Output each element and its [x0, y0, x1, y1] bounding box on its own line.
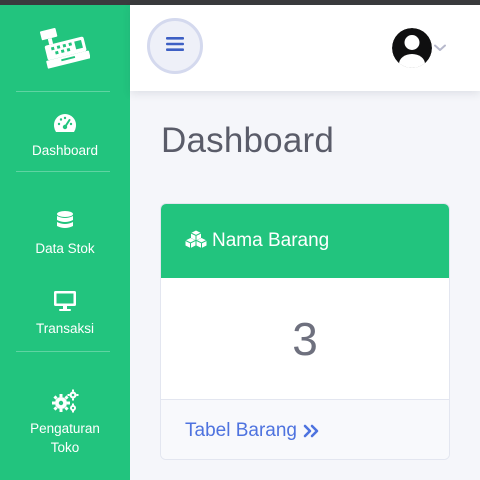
sidebar-item-label: Data Stok: [35, 241, 95, 256]
sidebar-divider: [16, 91, 110, 92]
cogs-icon: [51, 389, 79, 413]
card-count-value: 3: [292, 312, 318, 365]
sidebar-item-label: Transaksi: [35, 321, 94, 336]
sidebar-item-label-line2: Toko: [50, 440, 80, 455]
card-body: 3: [161, 278, 449, 399]
sidebar-item-label-line1: Pengaturan: [30, 421, 100, 436]
bars-icon: [166, 36, 184, 56]
sidebar-toggle-button[interactable]: [147, 18, 203, 74]
tabel-barang-link-label[interactable]: Tabel Barang: [185, 420, 297, 442]
page-title: Dashboard: [161, 121, 335, 160]
topbar: [130, 5, 480, 91]
nama-barang-card: Nama Barang 3 Tabel Barang: [160, 203, 450, 460]
sidebar-divider: [16, 171, 110, 172]
card-header: Nama Barang: [161, 204, 449, 278]
sidebar-item-transaksi[interactable]: Transaksi: [0, 289, 130, 338]
chevron-down-icon: [434, 39, 446, 57]
sidebar: Dashboard Data Stok Transaksi Pengaturan…: [0, 5, 130, 480]
sidebar-brand[interactable]: [0, 5, 130, 91]
cubes-icon: [185, 230, 207, 253]
cash-register-icon: [39, 23, 91, 74]
user-menu[interactable]: [392, 27, 448, 69]
sidebar-item-label: Dashboard: [31, 143, 99, 158]
sidebar-item-dashboard[interactable]: Dashboard: [0, 111, 130, 160]
tachometer-icon: [53, 111, 77, 135]
sidebar-item-data-stok[interactable]: Data Stok: [0, 209, 130, 258]
card-title: Nama Barang: [212, 230, 330, 251]
database-icon: [55, 209, 75, 233]
desktop-icon: [53, 289, 77, 313]
sidebar-item-pengaturan-toko[interactable]: Pengaturan Toko: [0, 389, 130, 457]
angle-double-right-icon: [303, 424, 319, 438]
user-avatar-icon[interactable]: [392, 28, 432, 68]
sidebar-divider: [16, 351, 110, 352]
tabel-barang-link[interactable]: Tabel Barang: [161, 399, 449, 459]
